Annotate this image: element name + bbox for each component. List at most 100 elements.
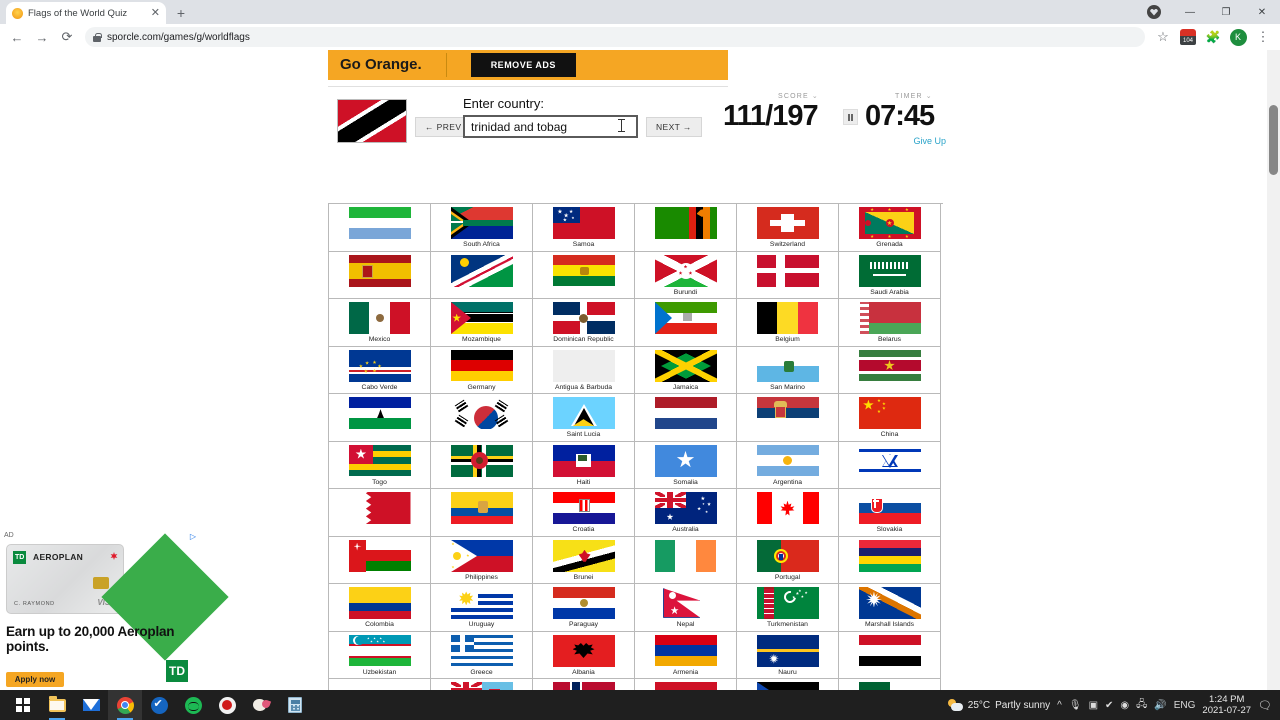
flag-image [756,302,819,334]
td-logo-icon [13,551,26,564]
new-tab-button[interactable]: + [170,2,192,24]
flag-country-label: Portugal [774,573,801,581]
flag-cell: Germany [431,346,533,394]
flag-cell: Somalia [635,441,737,489]
credit-card-image: AEROPLAN C. RAYMOND VISA [6,544,124,614]
flag-country-label: Saudi Arabia [870,288,909,296]
onedrive-icon[interactable]: ▣ [1089,700,1098,711]
current-flag [337,99,407,143]
heart-icon[interactable] [1136,0,1172,24]
remove-ads-button[interactable]: REMOVE ADS [470,53,576,77]
volume-icon[interactable]: 🔊 [1154,700,1166,711]
microphone-icon[interactable]: 🎙 [1069,700,1082,711]
flag-cell [737,251,839,299]
flag-cell [431,441,533,489]
network-icon[interactable]: 🖧 [1136,697,1147,714]
close-icon[interactable]: ✕ [151,7,160,19]
country-answer-input[interactable] [463,115,638,138]
flag-image [348,349,411,382]
flag-cell [839,346,941,394]
page-scrollbar[interactable] [1267,50,1280,690]
next-button[interactable]: NEXT → [646,117,702,137]
flag-cell [329,251,431,299]
chrome-menu-icon[interactable]: ⋮ [1252,26,1274,48]
pause-button[interactable] [843,109,858,125]
back-icon[interactable]: ← [6,26,28,48]
minimize-button[interactable]: — [1172,0,1208,24]
flag-country-label: Belarus [877,336,902,343]
page-viewport: AD ▷ AEROPLAN C. RAYMOND VISA Earn up to… [0,50,1280,690]
flag-cell: Turkmenistan [737,584,839,632]
chrome-icon[interactable] [108,690,142,720]
file-explorer-icon[interactable] [40,690,74,720]
flag-image [654,397,717,429]
scrollbar-thumb[interactable] [1269,105,1278,175]
flag-grid-row: Croatia Australia Slovakia [329,489,943,537]
flag-country-label: Marshall Islands [864,621,915,628]
calculator-icon[interactable] [278,690,312,720]
browser-tab[interactable]: Flags of the World Quiz ✕ [6,2,166,24]
spotify-icon[interactable] [176,690,210,720]
flag-cell: Grenada [839,204,941,252]
extensions-puzzle-icon[interactable]: 🧩 [1202,26,1224,48]
todoist-icon[interactable] [142,690,176,720]
flag-cell: Greece [431,631,533,679]
flag-image [654,302,717,334]
flag-image [756,397,819,429]
show-hidden-icons-chevron-icon[interactable]: ^ [1057,700,1062,711]
paint-icon[interactable] [244,690,278,720]
flag-cell [329,679,431,690]
score-label[interactable]: SCORE ⌄ [778,92,819,100]
address-bar[interactable]: sporcle.com/games/g/worldflags [85,27,1145,47]
flag-image [552,634,615,667]
screen-recorder-icon[interactable] [210,690,244,720]
flag-image [552,444,615,477]
flag-image [654,587,717,619]
flag-image [450,349,513,382]
maximize-button[interactable]: ❐ [1208,0,1244,24]
flag-image [858,444,921,477]
flag-grid-row: Burundi Saudi Arabia [329,251,943,299]
flag-grid-row: Colombia Uruguay Paraguay Nepal Turkmenistan… [329,584,943,632]
flag-country-label: Nepal [676,621,695,628]
flag-image [552,302,615,334]
mail-icon[interactable] [74,690,108,720]
flag-image [450,587,513,619]
flag-image [654,349,717,382]
flag-cell: Belarus [839,299,941,347]
weather-widget[interactable]: 25°C Partly sunny [947,698,1050,712]
timer-label[interactable]: TIMER ⌄ [895,92,933,100]
give-up-link[interactable]: Give Up [913,136,946,146]
flag-image [348,539,411,572]
flag-cell: Marshall Islands [839,584,941,632]
ad-choices-icon[interactable]: ▷ [190,532,196,541]
extension-badge-icon[interactable]: 104 [1177,26,1199,48]
notifications-icon[interactable]: 🗨 [1258,699,1272,712]
flag-image [450,302,513,334]
ad-cta-button[interactable]: Apply now [6,672,64,687]
go-orange-text: Go Orange. [340,58,422,72]
language-indicator[interactable]: ENG [1174,700,1196,711]
flag-image [756,492,819,524]
flag-country-label: Armenia [672,668,699,676]
recording-tray-icon[interactable]: ◉ [1120,700,1129,711]
flag-image [348,254,411,287]
start-icon[interactable] [6,690,40,720]
flag-cell: Togo [329,441,431,489]
close-window-button[interactable]: ✕ [1244,0,1280,24]
advertisement[interactable]: AD ▷ AEROPLAN C. RAYMOND VISA Earn up to… [0,530,229,690]
reload-icon[interactable]: ⟳ [56,26,78,48]
flag-image [654,207,717,239]
flag-image [450,207,513,239]
avatar[interactable]: K [1227,26,1249,48]
flag-country-label: Mexico [368,336,391,343]
flag-country-label: Colombia [365,621,394,628]
clock[interactable]: 1:24 PM 2021-07-27 [1202,694,1251,716]
flag-cell [431,251,533,299]
forward-icon[interactable]: → [31,26,53,48]
flag-image [756,349,819,382]
flag-cell [635,204,737,252]
flag-country-label: Cabo Verde [361,383,398,391]
todoist-tray-icon[interactable]: ✔ [1105,700,1113,711]
bookmark-star-icon[interactable]: ☆ [1152,26,1174,48]
